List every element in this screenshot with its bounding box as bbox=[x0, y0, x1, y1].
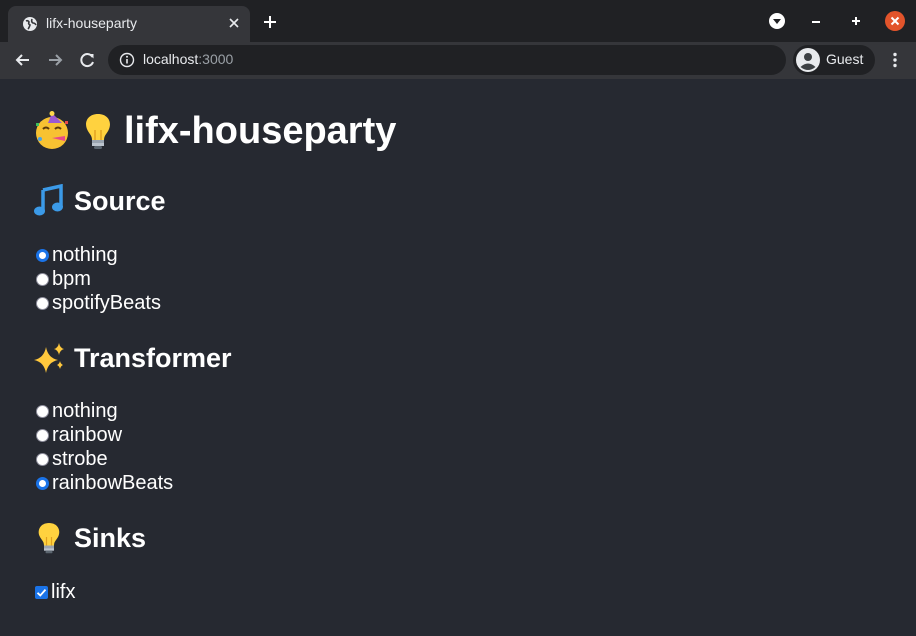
option-label: spotifyBeats bbox=[52, 291, 161, 314]
browser-toolbar: localhost:3000 Guest bbox=[0, 42, 916, 79]
tab-close-icon[interactable] bbox=[226, 15, 242, 31]
back-arrow-icon[interactable] bbox=[13, 50, 33, 70]
sinks-heading-text: Sinks bbox=[74, 522, 147, 553]
globe-icon bbox=[22, 16, 38, 32]
forward-arrow-icon[interactable] bbox=[45, 50, 65, 70]
tab-title: lifx-houseparty bbox=[46, 15, 138, 31]
transformer-option-nothing[interactable]: nothing bbox=[36, 399, 118, 423]
transformer-heading: Transformer bbox=[32, 340, 232, 376]
browser-chrome: lifx-houseparty localhost:3000 Guest bbox=[0, 0, 916, 79]
source-heading: Source bbox=[32, 183, 166, 219]
option-label: lifx bbox=[51, 580, 76, 603]
musical-note-icon bbox=[32, 184, 66, 218]
address-bar[interactable]: localhost:3000 bbox=[108, 45, 786, 75]
guest-avatar-icon bbox=[796, 48, 820, 72]
source-option-nothing[interactable]: nothing bbox=[36, 243, 118, 267]
tab-strip: lifx-houseparty bbox=[0, 0, 916, 42]
new-tab-icon[interactable] bbox=[262, 14, 278, 30]
url-host: localhost bbox=[143, 51, 199, 67]
page-title-text: lifx-houseparty bbox=[124, 109, 397, 152]
transformer-option-rainbowbeats[interactable]: rainbowBeats bbox=[36, 471, 173, 495]
option-label: rainbow bbox=[52, 423, 123, 446]
sparkles-icon bbox=[32, 341, 66, 375]
party-face-icon bbox=[32, 111, 72, 151]
browser-tab[interactable]: lifx-houseparty bbox=[8, 6, 250, 42]
option-label: nothing bbox=[52, 399, 118, 422]
source-radio-bpm[interactable] bbox=[36, 272, 49, 286]
light-bulb-icon bbox=[32, 521, 66, 555]
source-radio-nothing[interactable] bbox=[36, 248, 49, 262]
source-heading-text: Source bbox=[74, 185, 166, 216]
url-port: :3000 bbox=[198, 51, 234, 67]
transformer-radio-strobe[interactable] bbox=[36, 452, 49, 466]
transformer-radio-rainbowbeats[interactable] bbox=[36, 476, 49, 490]
transformer-radio-rainbow[interactable] bbox=[36, 428, 49, 442]
light-bulb-icon bbox=[78, 111, 118, 151]
page-title: lifx-houseparty bbox=[32, 109, 396, 153]
transformer-option-strobe[interactable]: strobe bbox=[36, 447, 108, 471]
close-window-icon[interactable] bbox=[885, 11, 905, 31]
more-menu-icon[interactable] bbox=[885, 50, 905, 70]
profile-label: Guest bbox=[826, 51, 864, 67]
url-text: localhost:3000 bbox=[143, 51, 233, 67]
info-icon[interactable] bbox=[119, 52, 135, 68]
source-option-spotifybeats[interactable]: spotifyBeats bbox=[36, 291, 161, 315]
profile-button[interactable]: Guest bbox=[793, 45, 875, 75]
transformer-heading-text: Transformer bbox=[74, 342, 232, 373]
sinks-heading: Sinks bbox=[32, 520, 146, 556]
transformer-radio-nothing[interactable] bbox=[36, 404, 49, 418]
sink-checkbox-lifx[interactable] bbox=[35, 585, 48, 599]
source-option-bpm[interactable]: bpm bbox=[36, 267, 91, 291]
maximize-icon[interactable] bbox=[847, 12, 865, 30]
reload-icon[interactable] bbox=[77, 50, 97, 70]
option-label: nothing bbox=[52, 243, 118, 266]
sink-option-lifx[interactable]: lifx bbox=[35, 580, 75, 604]
minimize-icon[interactable] bbox=[807, 12, 825, 30]
tab-search-icon[interactable] bbox=[768, 12, 786, 30]
transformer-option-rainbow[interactable]: rainbow bbox=[36, 423, 122, 447]
option-label: strobe bbox=[52, 447, 108, 470]
page-content: lifx-houseparty Source nothing bpm spoti… bbox=[0, 79, 916, 636]
source-radio-spotifybeats[interactable] bbox=[36, 296, 49, 310]
option-label: rainbowBeats bbox=[52, 471, 174, 494]
option-label: bpm bbox=[52, 267, 91, 290]
